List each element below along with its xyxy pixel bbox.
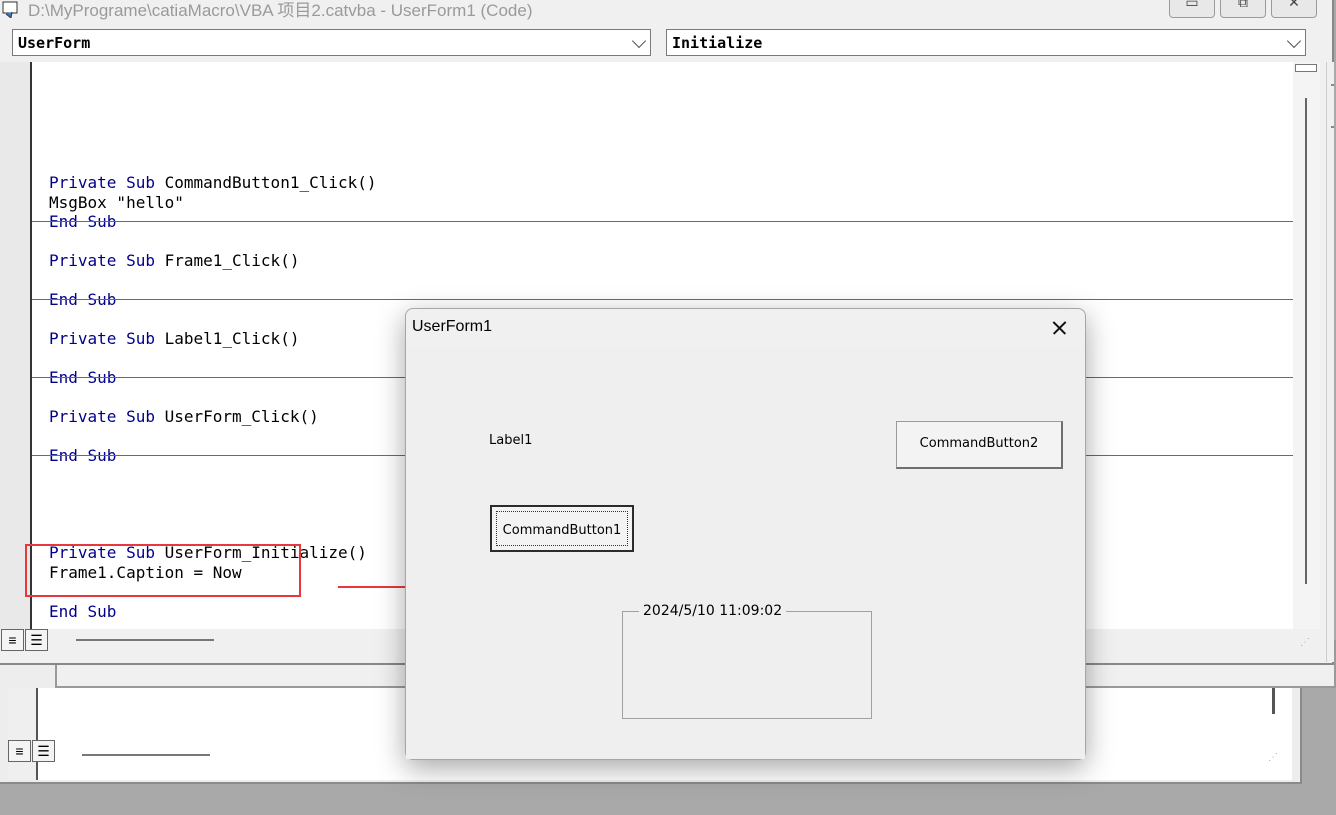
command-button-2[interactable]: CommandButton2 (896, 421, 1063, 469)
code-line[interactable]: Private Sub UserForm_Click() (49, 408, 319, 426)
code-keyword: Private Sub (49, 251, 165, 270)
code-line[interactable]: End Sub (49, 369, 116, 387)
procedure-combo[interactable]: Initialize (666, 29, 1306, 56)
highlight-box (25, 544, 301, 597)
vertical-scroll-track[interactable] (1305, 98, 1307, 584)
background-procedure-view-button[interactable]: ≡ (8, 740, 31, 762)
code-line[interactable]: Private Sub Label1_Click() (49, 330, 299, 348)
procedure-combo-value: Initialize (672, 34, 763, 52)
code-text: UserForm_Click() (164, 407, 319, 426)
code-line[interactable]: End Sub (49, 291, 116, 309)
code-line[interactable]: Private Sub Frame1_Click() (49, 252, 299, 270)
code-keyword: Private Sub (49, 173, 165, 192)
code-line[interactable]: Private Sub CommandButton1_Click() (49, 174, 377, 192)
dialog-close-button[interactable] (1041, 315, 1075, 341)
code-text: Label1_Click() (164, 329, 300, 348)
procedure-view-button[interactable]: ≡ (1, 629, 24, 651)
background-resize-grip-icon[interactable]: ⋰ (1268, 752, 1278, 763)
code-keyword: Private Sub (49, 329, 165, 348)
dialog-title: UserForm1 (412, 318, 493, 335)
code-line[interactable]: End Sub (49, 601, 117, 621)
frame1[interactable]: 2024/5/10 11:09:02 (622, 603, 872, 719)
chevron-down-icon (631, 33, 647, 49)
command-button-1[interactable]: CommandButton1 (490, 505, 634, 552)
code-text: MsgBox "hello" (49, 192, 184, 212)
code-line[interactable]: MsgBox "hello" (49, 192, 184, 212)
code-window-icon (2, 0, 22, 21)
code-text: Frame1_Click() (164, 251, 300, 270)
label1: Label1 (489, 433, 533, 448)
split-bar-handle[interactable] (1295, 64, 1317, 72)
chevron-down-icon (1286, 33, 1302, 49)
dialog-body: Label1 CommandButton2 CommandButton1 202… (406, 347, 1085, 759)
minimize-button[interactable]: ▭ (1169, 0, 1215, 18)
object-combo-value: UserForm (18, 34, 91, 52)
background-full-module-view-button[interactable]: ☰ (32, 740, 55, 762)
close-button[interactable]: ✕ (1271, 0, 1317, 18)
procedure-separator (32, 221, 1293, 222)
command-button-1-label: CommandButton1 (496, 511, 628, 546)
right-edge-marks (1331, 84, 1334, 128)
window-titlebar[interactable]: D:\MyPrograme\catiaMacro\VBA 项目2.catvba … (0, 0, 1336, 22)
userform-dialog: UserForm1 Label1 CommandButton2 CommandB… (405, 308, 1086, 760)
background-horizontal-scrollbar[interactable] (82, 754, 210, 756)
window-title: D:\MyPrograme\catiaMacro\VBA 项目2.catvba … (28, 1, 533, 20)
code-line[interactable]: End Sub (49, 213, 116, 231)
code-text: CommandButton1_Click() (164, 173, 377, 192)
resize-grip-icon[interactable]: ⋰ (1300, 637, 1310, 648)
code-keyword: End Sub (49, 601, 117, 621)
frame1-caption: 2024/5/10 11:09:02 (639, 603, 787, 619)
window-right-edge (1326, 62, 1334, 662)
full-module-view-button[interactable]: ☰ (25, 629, 48, 651)
procedure-separator (32, 299, 1293, 300)
horizontal-scrollbar[interactable] (76, 639, 214, 641)
background-vertical-scrollbar[interactable] (1272, 688, 1275, 714)
object-combo[interactable]: UserForm (12, 29, 651, 56)
code-keyword: Private Sub (49, 407, 165, 426)
code-line[interactable]: End Sub (49, 447, 116, 465)
restore-button[interactable]: ⧉ (1220, 0, 1266, 18)
